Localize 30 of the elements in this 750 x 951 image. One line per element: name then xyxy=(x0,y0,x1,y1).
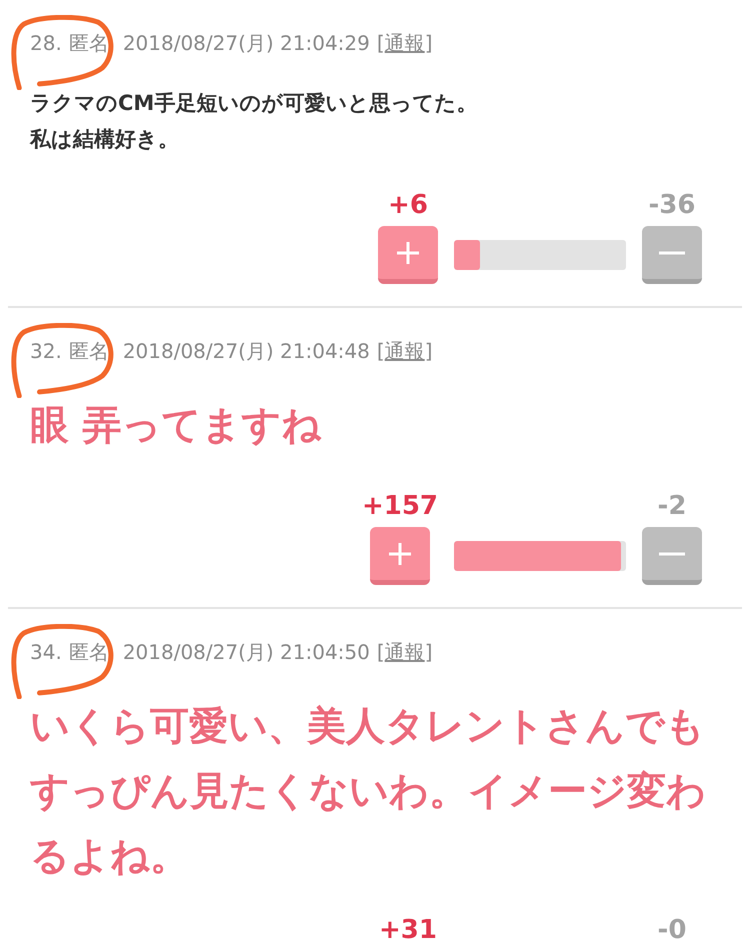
plus-vote-count: +6 xyxy=(388,192,428,218)
minus-icon xyxy=(659,250,685,254)
plus-vote-button[interactable] xyxy=(370,527,430,585)
comment-number: 28. xyxy=(30,31,62,55)
minus-vote-count: -2 xyxy=(658,493,686,519)
report-link[interactable]: [通報] xyxy=(376,640,432,664)
minus-vote-count: -36 xyxy=(648,192,696,218)
post-date: 2018/08/27(月) 21:04:48 xyxy=(122,339,370,363)
comment-text: 眼 弄ってますね xyxy=(30,402,323,450)
comment-text: ラクマのCM手足短いのが可愛いと思ってた。 xyxy=(30,90,478,117)
minus-vote-count: -0 xyxy=(658,917,686,943)
plus-icon xyxy=(396,240,420,264)
author-name: 匿名 xyxy=(68,339,109,363)
comment-text: 私は結構好き。 xyxy=(30,126,180,153)
comment-number: 32. xyxy=(30,339,62,363)
comment-number: 34. xyxy=(30,640,62,664)
plus-vote-count: +157 xyxy=(362,493,438,519)
report-link[interactable]: [通報] xyxy=(376,31,432,55)
author-name: 匿名 xyxy=(68,640,109,664)
post-date: 2018/08/27(月) 21:04:50 xyxy=(122,640,370,664)
plus-vote-button[interactable] xyxy=(378,226,438,284)
post-date: 2018/08/27(月) 21:04:29 xyxy=(122,31,370,55)
report-link[interactable]: [通報] xyxy=(376,339,432,363)
minus-vote-button[interactable] xyxy=(642,527,702,585)
plus-vote-count: +31 xyxy=(379,917,437,943)
comment-text: いくら可愛い、美人タレントさんでもすっぴん見たくないわ。イメージ変わるよね。 xyxy=(30,703,707,881)
author-name: 匿名 xyxy=(68,31,109,55)
minus-vote-button[interactable] xyxy=(642,226,702,284)
minus-icon xyxy=(659,552,685,556)
plus-icon xyxy=(388,542,412,566)
